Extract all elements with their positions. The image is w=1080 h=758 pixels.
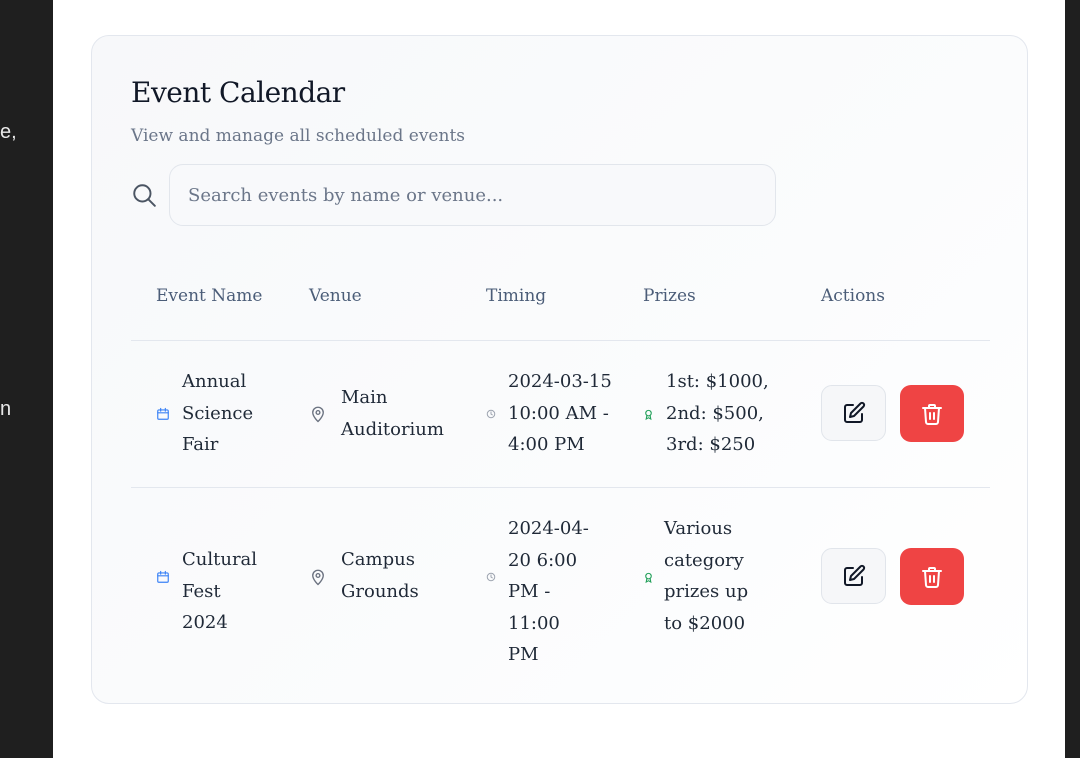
table-header: Event Name Venue Timing Prizes Actions [131,286,990,341]
clock-icon [486,409,496,419]
trash-icon [922,403,942,425]
event-name: Annual Science Fair [182,371,254,455]
page-subtitle: View and manage all scheduled events [131,126,465,146]
search-icon [133,184,156,207]
page: Event Calendar View and manage all sched… [53,0,1065,758]
column-header-prizes: Prizes [643,286,696,306]
column-header-timing: Timing [486,286,547,306]
event-venue: Campus Grounds [341,549,419,602]
delete-button[interactable] [900,548,964,605]
table-row: Annual Science Fair Main Auditorium 2024… [131,341,990,488]
background-app-strip: e, n [0,0,53,758]
edit-button[interactable] [821,385,886,441]
table-row: Cultural Fest 2024 Campus Grounds 2024-0… [131,488,990,672]
event-prizes: Various category prizes up to $2000 [664,518,749,634]
page-title: Event Calendar [131,76,345,109]
clock-icon [486,572,496,582]
background-edge [1065,0,1080,758]
map-pin-icon [312,406,324,423]
map-pin-icon [312,569,324,586]
event-name: Cultural Fest 2024 [182,549,258,633]
event-timing: 2024-03-15 10:00 AM - 4:00 PM [508,371,612,455]
column-header-event-name: Event Name [156,286,263,306]
event-timing: 2024-04-20 6:00 PM - 11:00 PM [508,518,589,665]
edit-icon [843,564,865,586]
award-icon [645,409,652,421]
column-header-actions: Actions [821,286,885,306]
calendar-icon [157,570,169,583]
event-venue: Main Auditorium [341,387,444,440]
column-header-venue: Venue [309,286,362,306]
trash-icon [922,566,942,588]
event-calendar-card: Event Calendar View and manage all sched… [91,35,1028,704]
edit-icon [843,401,865,423]
event-prizes: 1st: $1000, 2nd: $500, 3rd: $250 [666,371,769,455]
award-icon [645,572,652,584]
calendar-icon [157,407,169,420]
edit-button[interactable] [821,548,886,604]
delete-button[interactable] [900,385,964,442]
background-text-fragment: e, [0,121,17,143]
search-input[interactable] [169,164,776,226]
background-text-fragment: n [0,398,12,420]
